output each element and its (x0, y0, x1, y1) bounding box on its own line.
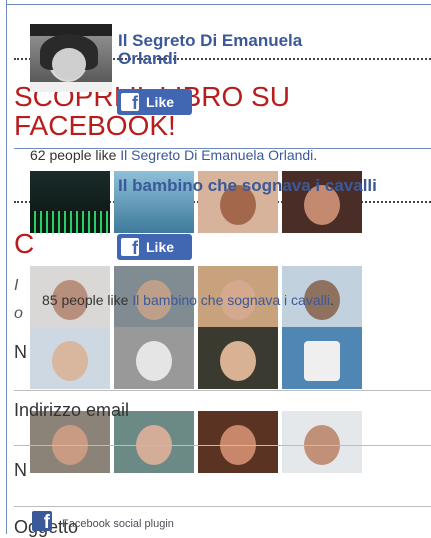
likes-count-suffix: . (313, 147, 318, 163)
friend-thumb[interactable] (282, 411, 362, 473)
likes-count-suffix: . (329, 292, 334, 308)
input-line (14, 506, 431, 507)
friend-thumb[interactable] (198, 411, 278, 473)
friend-thumb[interactable] (114, 327, 194, 389)
form-label-nome: N (14, 342, 27, 362)
like-button-label: Like (146, 94, 175, 110)
like-button[interactable]: Like (117, 234, 192, 260)
like-button-label: Like (146, 239, 175, 255)
friend-thumb[interactable] (282, 327, 362, 389)
frame-border-top (6, 4, 431, 5)
friend-thumb[interactable] (198, 327, 278, 389)
facebook-logo-icon[interactable] (32, 511, 52, 534)
friend-thumb[interactable] (30, 171, 110, 233)
likes-count-prefix: 85 people like (42, 292, 133, 308)
form-note-italic: o (14, 305, 23, 322)
likes-count-text: 85 people like Il bambino che sognava i … (42, 292, 334, 308)
form-note-italic: I (14, 277, 19, 294)
fb-page-name[interactable]: Il bambino che sognava i cavalli (118, 177, 378, 195)
fb-page-name[interactable]: Il Segreto Di Emanuela Orlandi (118, 32, 358, 68)
page-avatar[interactable] (30, 24, 112, 92)
facebook-social-plugin-footer: Facebook social plugin (62, 518, 174, 530)
input-line (14, 390, 431, 391)
form-label-numero: N (14, 460, 27, 480)
friend-thumb[interactable] (30, 327, 110, 389)
frame-border-left (6, 0, 7, 534)
like-button[interactable]: Like (117, 89, 192, 115)
facebook-icon (121, 93, 139, 111)
likes-page-link[interactable]: Il Segreto Di Emanuela Orlandi (120, 147, 313, 163)
input-line (14, 445, 431, 446)
facebook-icon (121, 238, 139, 256)
likes-count-text: 62 people like Il Segreto Di Emanuela Or… (30, 147, 317, 163)
likes-count-prefix: 62 people like (30, 147, 121, 163)
form-label-email: Indirizzo email (14, 400, 130, 420)
friends-grid (30, 171, 362, 495)
likes-page-link[interactable]: Il bambino che sognava i cavalli (132, 292, 330, 308)
